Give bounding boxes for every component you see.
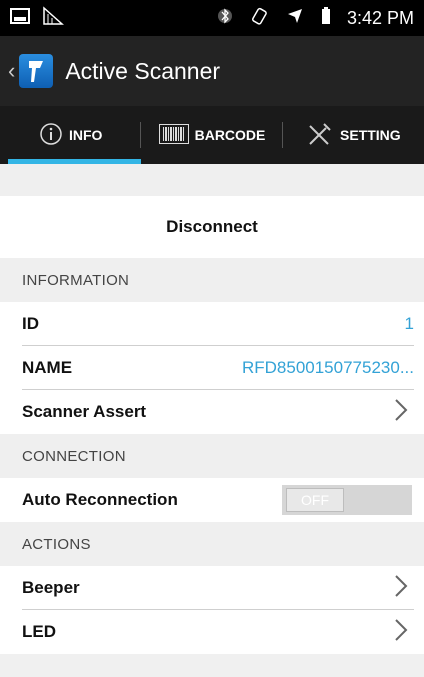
tools-icon <box>306 120 334 151</box>
led-row[interactable]: LED <box>0 610 424 654</box>
section-connection-header: CONNECTION <box>0 434 424 478</box>
section-actions-header: ACTIONS <box>0 522 424 566</box>
gallery-notification-icon <box>10 7 30 29</box>
back-caret-icon[interactable]: ‹ <box>8 58 15 84</box>
app-icon[interactable] <box>19 54 54 88</box>
led-label: LED <box>22 622 56 641</box>
disconnect-button[interactable]: Disconnect <box>0 196 424 258</box>
toggle-knob: OFF <box>286 488 344 512</box>
auto-reconnection-toggle[interactable]: OFF <box>282 485 412 515</box>
action-bar: ‹ Active Scanner <box>0 36 424 106</box>
name-label: NAME <box>22 358 73 377</box>
tab-bar: INFO BARCODE SETTING <box>0 106 424 164</box>
scanner-assert-label: Scanner Assert <box>22 402 147 421</box>
vibrate-icon <box>249 6 269 31</box>
airplane-mode-icon <box>285 6 305 31</box>
id-label: ID <box>22 314 39 333</box>
name-value: RFD8500150775230... <box>241 358 414 377</box>
chevron-right-icon <box>394 574 408 603</box>
id-value: 1 <box>404 314 414 333</box>
info-row-id: ID 1 <box>0 302 424 346</box>
section-information-header: INFORMATION <box>0 258 424 302</box>
auto-reconnection-label: Auto Reconnection <box>22 490 178 509</box>
info-row-name: NAME RFD8500150775230... <box>0 346 424 390</box>
clock: 3:42 PM <box>346 7 414 28</box>
chevron-right-icon <box>394 398 408 427</box>
signal-notification-icon <box>42 5 64 31</box>
beeper-label: Beeper <box>22 578 80 597</box>
beeper-row[interactable]: Beeper <box>0 566 424 610</box>
top-spacer <box>0 164 424 196</box>
auto-reconnection-row: Auto Reconnection OFF <box>0 478 424 522</box>
tab-barcode[interactable]: BARCODE <box>141 106 283 164</box>
battery-icon <box>321 6 331 30</box>
tab-info[interactable]: INFO <box>0 106 142 164</box>
bluetooth-icon <box>217 6 233 31</box>
info-icon <box>39 122 63 149</box>
tab-barcode-label: BARCODE <box>194 127 266 143</box>
scanner-assert-row[interactable]: Scanner Assert <box>0 390 424 434</box>
app-title: Active Scanner <box>65 57 221 84</box>
tab-info-label: INFO <box>68 127 103 143</box>
chevron-right-icon <box>394 618 408 647</box>
barcode-icon <box>158 123 189 147</box>
tab-setting[interactable]: SETTING <box>283 106 424 164</box>
tab-setting-label: SETTING <box>339 127 401 143</box>
status-bar: 3:42 PM <box>0 0 424 36</box>
